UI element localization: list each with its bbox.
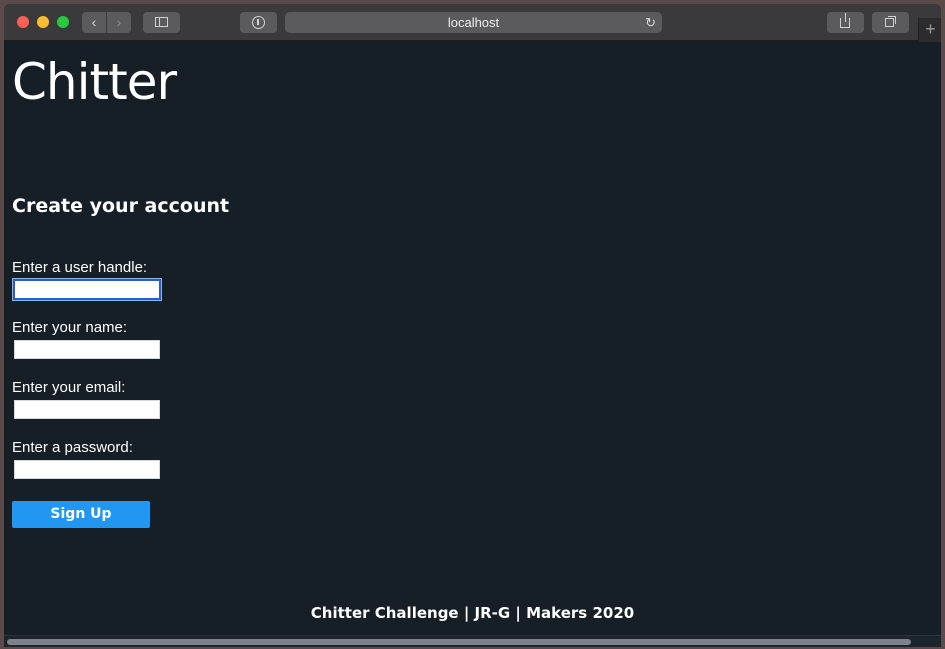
- page-content: Chitter Create your account Enter a user…: [4, 41, 941, 635]
- password-manager-icon: [252, 16, 265, 29]
- address-bar[interactable]: localhost ↻: [285, 12, 662, 33]
- browser-window: ‹ › localhost ↻ + Chitter Create your ac…: [4, 4, 941, 647]
- page-heading: Create your account: [12, 195, 230, 217]
- sidebar-icon: [155, 17, 168, 27]
- name-label: Enter your name:: [12, 319, 128, 336]
- scrollbar-thumb[interactable]: [7, 639, 911, 645]
- close-window-button[interactable]: [17, 16, 29, 28]
- plus-icon: +: [925, 19, 936, 39]
- tabs-icon: [885, 16, 896, 27]
- site-logo: Chitter: [12, 53, 177, 111]
- minimize-window-button[interactable]: [37, 16, 49, 28]
- reload-icon[interactable]: ↻: [645, 12, 656, 33]
- email-input[interactable]: [14, 400, 160, 419]
- sidebar-toggle-button[interactable]: [143, 12, 180, 33]
- zoom-window-button[interactable]: [57, 16, 69, 28]
- password-label: Enter a password:: [12, 439, 133, 456]
- horizontal-scrollbar[interactable]: [4, 635, 941, 647]
- handle-input[interactable]: [12, 278, 162, 301]
- chevron-left-icon: ‹: [91, 14, 97, 30]
- forward-button[interactable]: ›: [107, 12, 131, 33]
- show-tabs-button[interactable]: [872, 12, 909, 33]
- address-text: localhost: [447, 15, 500, 30]
- share-icon: [840, 13, 850, 28]
- chevron-right-icon: ›: [116, 14, 122, 30]
- name-input[interactable]: [14, 340, 160, 359]
- email-label: Enter your email:: [12, 379, 126, 396]
- back-button[interactable]: ‹: [82, 12, 106, 33]
- browser-toolbar: ‹ › localhost ↻ +: [4, 4, 941, 42]
- password-input[interactable]: [14, 460, 160, 479]
- password-manager-button[interactable]: [240, 12, 277, 33]
- sign-up-button[interactable]: Sign Up: [12, 501, 150, 528]
- share-button[interactable]: [827, 12, 864, 33]
- new-tab-button[interactable]: +: [918, 18, 941, 42]
- page-footer: Chitter Challenge | JR-G | Makers 2020: [310, 604, 635, 622]
- handle-label: Enter a user handle:: [12, 259, 148, 276]
